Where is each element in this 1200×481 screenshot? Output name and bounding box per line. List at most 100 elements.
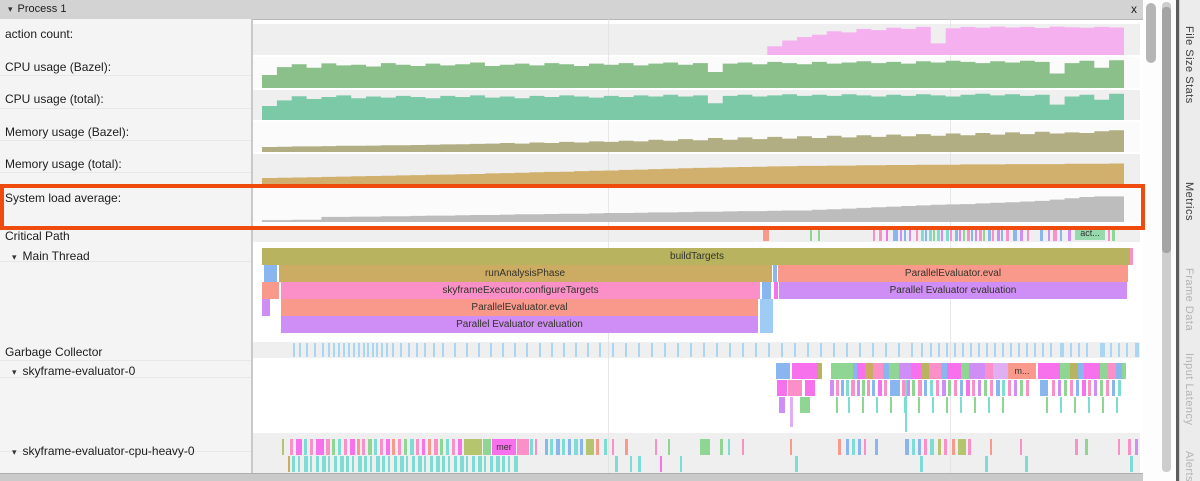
thread-slice[interactable] — [852, 439, 855, 455]
thread-slice[interactable] — [1064, 380, 1067, 396]
thread-slice[interactable] — [1008, 380, 1011, 396]
thread-slice[interactable] — [545, 439, 548, 455]
counter-band-5[interactable] — [253, 188, 1140, 222]
thread-badge[interactable]: m... — [1008, 363, 1036, 379]
thread-slice[interactable] — [1130, 456, 1133, 472]
thread-slice[interactable] — [961, 363, 969, 379]
thread-slice[interactable] — [1100, 380, 1103, 396]
thread-slice[interactable] — [282, 439, 284, 455]
thread-slice[interactable] — [655, 439, 657, 455]
thread-slice[interactable] — [1046, 397, 1048, 413]
thread-slice[interactable] — [960, 397, 962, 413]
counter-band-1[interactable] — [253, 57, 1140, 88]
thread-slice[interactable] — [394, 456, 397, 472]
thread-slice[interactable] — [484, 456, 486, 472]
thread-slice[interactable] — [862, 380, 865, 396]
thread-slice[interactable] — [1070, 363, 1078, 379]
thread-slice[interactable] — [905, 380, 907, 432]
thread-slice[interactable] — [440, 439, 443, 455]
thread-slice[interactable] — [996, 380, 1000, 396]
thread-slice[interactable] — [410, 439, 414, 455]
thread-slice[interactable] — [382, 456, 385, 472]
thread-slice[interactable] — [954, 380, 957, 396]
thread-slice[interactable] — [436, 456, 440, 472]
thread-slice[interactable] — [776, 363, 790, 379]
flame-bar[interactable] — [774, 282, 778, 299]
thread-slice[interactable] — [867, 380, 870, 396]
thread-slice[interactable] — [574, 439, 578, 455]
thread-slice[interactable] — [304, 456, 308, 472]
thread-slice[interactable] — [334, 456, 337, 472]
thread-slice[interactable] — [818, 363, 822, 379]
thread-slice[interactable] — [921, 363, 929, 379]
thread-slice[interactable] — [386, 439, 390, 455]
thread-slice[interactable] — [948, 380, 951, 396]
thread-slice[interactable] — [851, 380, 855, 396]
thread-slice[interactable] — [993, 363, 1008, 379]
tab-frame-data[interactable]: Frame Data — [1183, 268, 1195, 331]
thread-slice[interactable] — [422, 439, 425, 455]
thread-slice[interactable] — [944, 439, 947, 455]
tab-metrics[interactable]: Metrics — [1183, 182, 1195, 221]
thread-slice[interactable] — [452, 439, 455, 455]
thread-slice[interactable] — [1020, 380, 1023, 396]
thread-slice[interactable] — [974, 397, 976, 413]
thread-slice[interactable] — [638, 456, 641, 472]
thread-slice[interactable] — [889, 363, 899, 379]
thread-slice[interactable] — [1060, 397, 1062, 413]
thread-slice[interactable] — [966, 380, 970, 396]
thread-slice[interactable] — [418, 456, 422, 472]
thread-slice[interactable] — [478, 456, 482, 472]
thread-slice[interactable] — [857, 363, 865, 379]
thread-slice[interactable] — [969, 363, 985, 379]
thread-slice[interactable] — [862, 397, 864, 413]
thread-slice[interactable] — [514, 456, 518, 472]
thread-slice[interactable] — [615, 456, 618, 472]
thread-slice[interactable] — [924, 439, 927, 455]
thread-slice[interactable] — [344, 439, 347, 455]
thread-slice[interactable] — [846, 439, 849, 455]
thread-slice[interactable] — [912, 439, 915, 455]
thread-slice[interactable] — [596, 439, 599, 455]
thread-slice[interactable] — [890, 397, 892, 413]
thread-slice[interactable] — [984, 380, 987, 396]
thread-slice[interactable] — [428, 439, 431, 455]
thread-slice[interactable] — [1020, 439, 1022, 455]
counter-band-0[interactable] — [253, 24, 1140, 55]
thread-slice[interactable] — [742, 439, 744, 455]
thread-slice[interactable] — [924, 380, 927, 396]
thread-slice[interactable] — [358, 456, 362, 472]
thread-slice[interactable] — [1075, 439, 1078, 455]
thread-slice[interactable] — [374, 439, 377, 455]
thread-slice[interactable] — [1038, 363, 1060, 379]
thread-slice[interactable] — [890, 380, 900, 396]
thread-slice[interactable] — [884, 380, 887, 396]
thread-slice[interactable] — [830, 380, 834, 396]
thread-slice[interactable] — [978, 380, 981, 396]
thread-slice[interactable] — [985, 363, 993, 379]
thread-slice[interactable] — [960, 380, 963, 396]
thread-slice[interactable] — [930, 439, 934, 455]
thread-slice[interactable] — [1116, 397, 1118, 413]
thread-slice[interactable] — [472, 456, 475, 472]
thread-slice[interactable] — [899, 363, 911, 379]
thread-slice[interactable] — [1108, 363, 1116, 379]
thread-slice[interactable] — [535, 439, 537, 455]
thread-slice[interactable] — [357, 439, 360, 455]
thread-slice[interactable] — [864, 439, 866, 455]
thread-slice[interactable] — [876, 397, 878, 413]
thread-slice[interactable] — [370, 456, 372, 472]
thread-slice[interactable] — [838, 439, 841, 455]
thread-slice[interactable] — [800, 397, 810, 413]
thread-slice[interactable] — [368, 439, 372, 455]
thread-slice[interactable] — [364, 456, 367, 472]
thread-slice[interactable] — [376, 456, 380, 472]
page-scrollbar-thumb[interactable] — [1162, 7, 1171, 253]
thread-slice[interactable] — [530, 439, 533, 455]
thread-slice[interactable] — [424, 456, 426, 472]
thread-slice[interactable] — [556, 439, 560, 455]
thread-slice[interactable] — [1074, 397, 1076, 413]
flame-bar[interactable] — [264, 265, 277, 282]
thread-slice[interactable] — [406, 456, 408, 472]
thread-slice[interactable] — [929, 363, 941, 379]
